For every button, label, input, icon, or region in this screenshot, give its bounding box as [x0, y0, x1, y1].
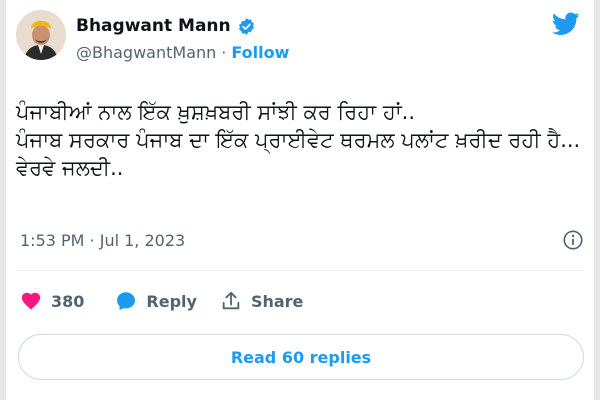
info-icon[interactable]	[562, 229, 584, 251]
verified-badge-icon	[238, 17, 254, 35]
reply-bubble-icon[interactable]	[115, 290, 137, 312]
reply-label: Reply	[146, 291, 197, 311]
action-bar: 380 Reply Share	[20, 290, 303, 312]
tweet-line: ਵੇਰਵੇ ਜਲਦੀ..	[16, 156, 124, 180]
tweet-line: ਪੰਜਾਬ ਸਰਕਾਰ ਪੰਜਾਬ ਦਾ ਇੱਕ ਪ੍ਰਾਈਵੇਟ ਥਰਮਲ ਪ…	[16, 128, 581, 152]
like-action[interactable]: 380	[20, 290, 84, 312]
right-edge	[594, 0, 600, 400]
tweet-card: Bhagwant Mann @BhagwantMann · Follow ਪੰਜ…	[6, 0, 594, 400]
author-handle[interactable]: @BhagwantMann	[76, 43, 216, 62]
separator-dot: ·	[221, 43, 227, 62]
heart-icon[interactable]	[20, 290, 42, 312]
share-icon[interactable]	[220, 290, 242, 312]
reply-action[interactable]: Reply	[115, 290, 197, 312]
tweet-line: ਪੰਜਾਬੀਆਂ ਨਾਲ ਇੱਕ ਖ਼ੁਸ਼ਖ਼ਬਰੀ ਸਾਂਝੀ ਕਰ ਰਿਹ…	[16, 100, 416, 124]
author-block: Bhagwant Mann @BhagwantMann · Follow	[76, 16, 289, 62]
follow-button[interactable]: Follow	[231, 43, 289, 62]
author-name[interactable]: Bhagwant Mann	[76, 16, 231, 36]
read-replies-label: Read 60 replies	[230, 347, 372, 367]
share-label: Share	[250, 291, 304, 311]
twitter-bird-icon[interactable]	[552, 12, 580, 36]
tweet-text: ਪੰਜਾਬੀਆਂ ਨਾਲ ਇੱਕ ਖ਼ੁਸ਼ਖ਼ਬਰੀ ਸਾਂਝੀ ਕਰ ਰਿਹ…	[16, 98, 586, 182]
avatar[interactable]	[16, 10, 66, 60]
share-action[interactable]: Share	[220, 290, 303, 312]
read-replies-button[interactable]: Read 60 replies	[18, 334, 584, 380]
tweet-timestamp[interactable]: 1:53 PM · Jul 1, 2023	[20, 231, 185, 250]
avatar-portrait-icon	[16, 10, 66, 60]
like-count: 380	[51, 291, 85, 311]
divider	[16, 270, 584, 271]
